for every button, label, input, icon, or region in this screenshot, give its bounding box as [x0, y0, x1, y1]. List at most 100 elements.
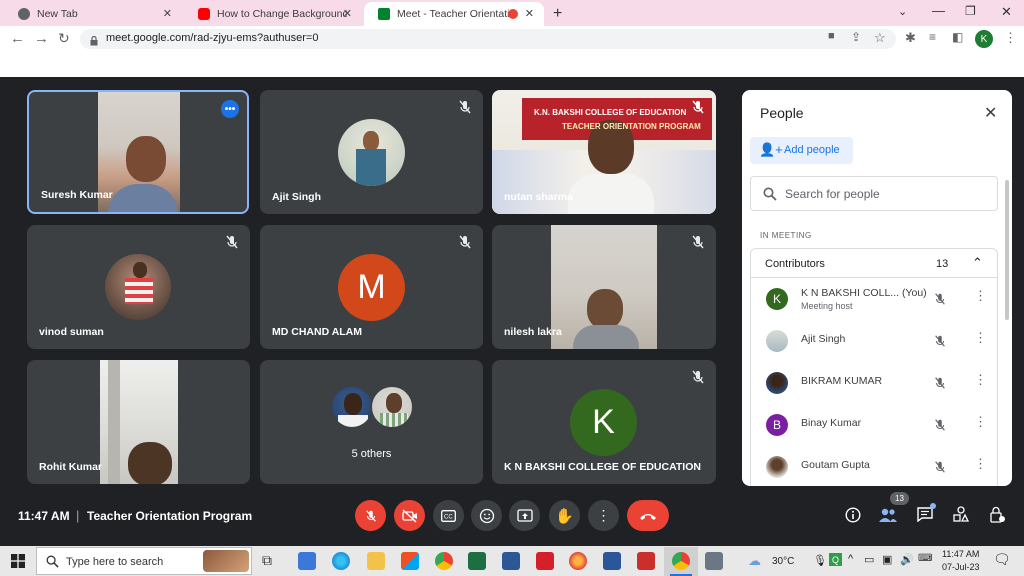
tab-new-tab[interactable]: New Tab ✕	[4, 2, 182, 26]
search-people-input[interactable]: Search for people	[750, 176, 998, 211]
tab-search-icon[interactable]: ⌄	[898, 5, 907, 18]
language-tray-icon[interactable]: ⌨	[918, 553, 932, 564]
participant-tile-ajit[interactable]: Ajit Singh	[260, 90, 483, 214]
new-tab-icon[interactable]: +	[553, 5, 562, 23]
raise-hand-button[interactable]: ✋	[549, 500, 580, 531]
youtube-icon	[198, 8, 210, 20]
add-person-icon: 👤+	[759, 142, 783, 157]
meet-now-icon[interactable]	[298, 552, 316, 570]
participant-tile-nutan[interactable]: K.N. BAKSHI COLLEGE OF EDUCATION TEACHER…	[492, 90, 716, 214]
mic-off-icon[interactable]	[933, 459, 947, 475]
camera-in-use-icon[interactable]: ■	[828, 30, 835, 42]
task-view-icon[interactable]: ⧉	[262, 552, 272, 569]
taskbar-search-box[interactable]: Type here to search	[36, 547, 252, 575]
person-row[interactable]: Ajit Singh ⋮	[742, 322, 992, 364]
meeting-info-icon[interactable]	[845, 507, 861, 528]
windows-start-icon[interactable]	[11, 554, 25, 573]
person-row[interactable]: Goutam Gupta ⋮	[742, 448, 992, 486]
chrome-active-taskbar-item[interactable]	[664, 547, 698, 576]
activities-icon[interactable]	[952, 506, 970, 527]
restore-icon[interactable]: ❐	[965, 4, 976, 18]
people-icon[interactable]	[878, 507, 898, 528]
participant-tile-nilesh[interactable]: nilesh lakra	[492, 225, 716, 349]
volume-tray-icon[interactable]: 🔊	[900, 553, 914, 566]
taskbar-search-placeholder: Type here to search	[66, 556, 164, 568]
weather-icon[interactable]: ☁	[748, 553, 761, 569]
profile-avatar[interactable]: K	[975, 30, 993, 48]
chat-icon[interactable]	[916, 506, 934, 527]
present-screen-button[interactable]	[509, 500, 540, 531]
minimize-icon[interactable]: —	[932, 3, 945, 18]
back-icon[interactable]: ←	[10, 30, 25, 47]
participant-tile-rohit[interactable]: Rohit Kumar	[27, 360, 250, 484]
bookmark-star-icon[interactable]: ☆	[874, 30, 886, 46]
wps-icon[interactable]	[637, 552, 655, 570]
more-options-icon[interactable]: •••	[221, 100, 239, 118]
camera-app-icon[interactable]	[705, 552, 723, 570]
word-icon[interactable]	[603, 552, 621, 570]
captions-button[interactable]: CC	[433, 500, 464, 531]
more-options-icon[interactable]: ⋮	[974, 373, 987, 386]
extensions-icon[interactable]: ✱	[905, 30, 916, 46]
excel-icon[interactable]	[468, 552, 486, 570]
mic-off-icon[interactable]	[933, 375, 947, 391]
chevron-up-icon[interactable]: ⌃	[972, 255, 983, 271]
side-panel-icon[interactable]: ◧	[952, 30, 963, 44]
browser-menu-icon[interactable]: ⋮	[1004, 30, 1017, 46]
mic-off-icon[interactable]	[933, 333, 947, 349]
firefox-icon[interactable]	[569, 552, 587, 570]
more-options-icon[interactable]: ⋮	[974, 289, 987, 302]
quick-heal-tray-icon[interactable]: Q	[829, 553, 842, 566]
camera-toggle-button[interactable]	[394, 500, 425, 531]
leave-call-button[interactable]	[627, 500, 669, 531]
forward-icon[interactable]: →	[34, 30, 49, 47]
file-explorer-icon[interactable]	[367, 552, 385, 570]
more-options-icon[interactable]: ⋮	[974, 331, 987, 344]
media-control-icon[interactable]: ≡	[929, 30, 936, 44]
lock-icon[interactable]	[90, 33, 98, 46]
microphone-tray-icon[interactable]: 🎙	[813, 554, 827, 567]
participant-tile-suresh[interactable]: ••• Suresh Kumar	[27, 90, 249, 214]
share-icon[interactable]: ⇪	[851, 30, 861, 44]
edge-icon[interactable]	[332, 552, 350, 570]
participant-tile-kn-bakshi[interactable]: K K N BAKSHI COLLEGE OF EDUCATION	[492, 360, 716, 484]
tab-youtube[interactable]: How to Change Background in G ✕	[184, 2, 362, 26]
close-panel-icon[interactable]: ✕	[984, 103, 997, 123]
close-tab-icon[interactable]: ✕	[343, 7, 352, 20]
taskbar-clock-date[interactable]: 07-Jul-23	[942, 562, 980, 572]
microsoft-store-icon[interactable]	[401, 552, 419, 570]
reactions-button[interactable]	[471, 500, 502, 531]
person-row[interactable]: K K N BAKSHI COLL... (You) Meeting host …	[742, 280, 992, 322]
close-window-icon[interactable]: ✕	[1001, 4, 1012, 20]
show-hidden-icons[interactable]: ^	[848, 553, 853, 565]
recording-icon	[508, 9, 518, 19]
more-options-icon[interactable]: ⋮	[974, 457, 987, 470]
person-row[interactable]: B Binay Kumar ⋮	[742, 406, 992, 448]
more-options-button[interactable]: ⋮	[588, 500, 619, 531]
mic-off-icon[interactable]	[933, 291, 947, 307]
notifications-icon[interactable]: 🗨	[993, 551, 1011, 568]
close-tab-icon[interactable]: ✕	[525, 7, 534, 20]
weather-temperature[interactable]: 30°C	[772, 556, 794, 567]
participant-tile-vinod[interactable]: vinod suman	[27, 225, 250, 349]
participant-tile-others[interactable]: 5 others	[260, 360, 483, 484]
close-tab-icon[interactable]: ✕	[163, 7, 172, 20]
more-options-icon[interactable]: ⋮	[974, 415, 987, 428]
person-name: BIKRAM KUMAR	[801, 375, 883, 387]
add-people-button[interactable]: 👤+ Add people	[750, 137, 853, 164]
network-tray-icon[interactable]: ▭	[864, 553, 874, 566]
publisher-icon[interactable]	[502, 552, 520, 570]
contributors-header[interactable]: Contributors 13 ⌃	[750, 248, 998, 278]
panel-scrollbar[interactable]	[1005, 180, 1009, 320]
battery-tray-icon[interactable]: ▣	[882, 553, 892, 566]
acrobat-icon[interactable]	[536, 552, 554, 570]
reload-icon[interactable]: ↻	[58, 30, 70, 47]
taskbar-clock-time[interactable]: 11:47 AM	[942, 549, 979, 559]
host-controls-icon[interactable]	[988, 506, 1006, 528]
tab-meet[interactable]: Meet - Teacher Orientation P ✕	[364, 2, 544, 26]
chrome-icon[interactable]	[435, 552, 453, 570]
participant-tile-md-chand-alam[interactable]: M MD CHAND ALAM	[260, 225, 483, 349]
mic-off-icon[interactable]	[933, 417, 947, 433]
mic-toggle-button[interactable]	[355, 500, 386, 531]
person-row[interactable]: BIKRAM KUMAR ⋮	[742, 364, 992, 406]
